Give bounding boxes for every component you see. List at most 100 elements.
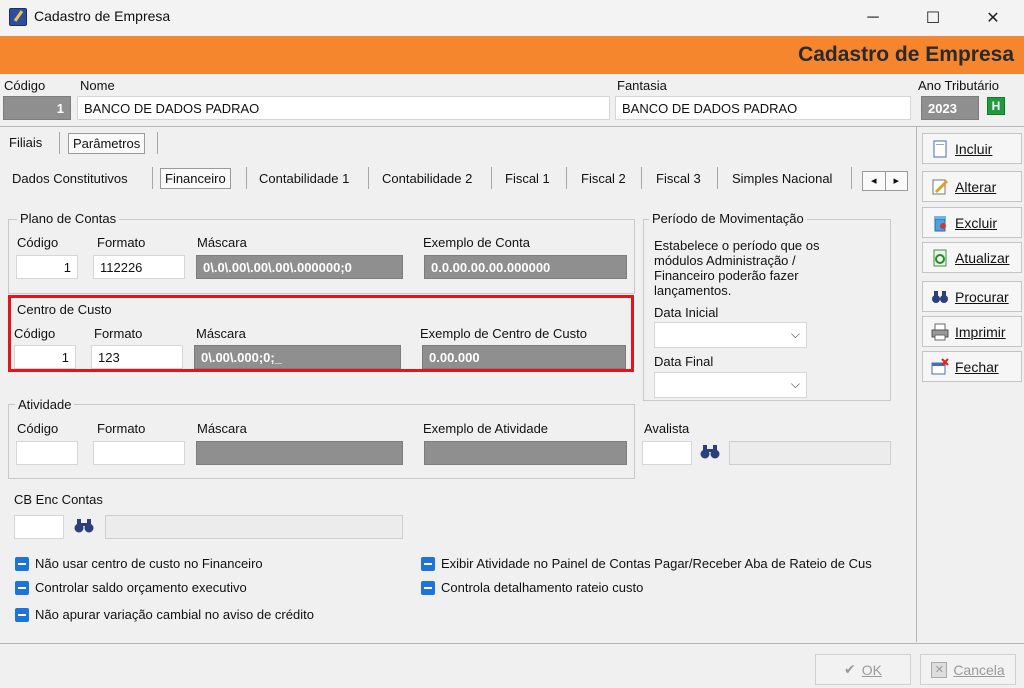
atividade-codigo-field[interactable] [16, 441, 78, 465]
tab-contabilidade-2[interactable]: Contabilidade 2 [378, 169, 476, 188]
ok-button[interactable]: ✔ OK [815, 654, 911, 685]
cancel-icon: ✕ [931, 661, 948, 678]
imprimir-button[interactable]: Imprimir [922, 316, 1022, 347]
refresh-icon [931, 249, 949, 267]
centro-mascara-field[interactable]: 0\.00\.000;0;_ [194, 345, 401, 369]
centro-codigo-label: Código [14, 326, 56, 341]
plano-de-contas-title: Plano de Contas [17, 211, 120, 226]
plano-exemplo-field: 0.0.00.00.00.000000 [424, 255, 627, 279]
cb-enc-contas-name-field [105, 515, 403, 539]
title-bar: Cadastro de Empresa ─ ☐ ✕ [0, 0, 1024, 35]
banner: Cadastro de Empresa [0, 36, 1024, 74]
tab-financeiro[interactable]: Financeiro [160, 168, 231, 189]
alterar-button[interactable]: Alterar [922, 171, 1022, 202]
codigo-field[interactable]: 1 [3, 96, 71, 120]
cb-enc-contas-label: CB Enc Contas [14, 492, 103, 507]
ano-tributario-field[interactable]: 2023 [921, 96, 979, 120]
plano-formato-field[interactable]: 112226 [93, 255, 185, 279]
tab-scroller: ◂ ▸ [862, 171, 908, 191]
close-button[interactable]: ✕ [970, 0, 1016, 35]
scroll-left-icon[interactable]: ◂ [863, 172, 886, 190]
checkbox-indeterminate-icon [15, 580, 29, 595]
trash-icon [931, 214, 949, 232]
incluir-button[interactable]: Incluir [922, 133, 1022, 164]
atividade-formato-field[interactable] [93, 441, 185, 465]
data-inicial-label: Data Inicial [654, 305, 719, 320]
tab-fiscal-2[interactable]: Fiscal 2 [577, 169, 630, 188]
ano-tributario-label: Ano Tributário [918, 78, 999, 93]
help-icon[interactable]: H [987, 97, 1005, 115]
nome-field[interactable]: BANCO DE DADOS PADRAO [77, 96, 610, 120]
plano-codigo-label: Código [17, 235, 59, 250]
maximize-button[interactable]: ☐ [910, 0, 956, 35]
checkbox-controlar-saldo[interactable]: Controlar saldo orçamento executivo [15, 580, 247, 595]
procurar-button[interactable]: Procurar [922, 281, 1022, 312]
tab-simples-nacional[interactable]: Simples Nacional [728, 169, 836, 188]
periodo-description: Estabelece o período que os módulos Admi… [654, 238, 820, 298]
centro-exemplo-label: Exemplo de Centro de Custo [420, 326, 587, 341]
check-icon: ✔ [844, 661, 856, 677]
data-final-label: Data Final [654, 354, 714, 369]
centro-formato-field[interactable]: 123 [91, 345, 183, 369]
periodo-title: Período de Movimentação [649, 211, 807, 226]
tab-contabilidade-1[interactable]: Contabilidade 1 [255, 169, 353, 188]
avalista-code-field[interactable] [642, 441, 692, 465]
checkbox-nao-usar-centro[interactable]: Não usar centro de custo no Financeiro [15, 556, 263, 571]
binoculars-search-icon[interactable] [74, 518, 94, 537]
printer-icon [931, 323, 949, 341]
fantasia-label: Fantasia [617, 78, 667, 93]
tab-fiscal-3[interactable]: Fiscal 3 [652, 169, 705, 188]
centro-exemplo-field: 0.00.000 [422, 345, 626, 369]
nome-label: Nome [80, 78, 115, 93]
avalista-name-field [729, 441, 891, 465]
centro-codigo-field[interactable]: 1 [14, 345, 76, 369]
centro-mascara-label: Máscara [196, 326, 246, 341]
plano-codigo-field[interactable]: 1 [16, 255, 78, 279]
atualizar-button[interactable]: Atualizar [922, 242, 1022, 273]
tab-parametros[interactable]: Parâmetros [68, 133, 146, 154]
checkbox-indeterminate-icon [421, 556, 435, 571]
excluir-button[interactable]: Excluir [922, 207, 1022, 238]
plano-formato-label: Formato [97, 235, 146, 250]
checkbox-indeterminate-icon [15, 607, 29, 622]
new-document-icon [931, 140, 949, 158]
tab-fiscal-1[interactable]: Fiscal 1 [501, 169, 554, 188]
centro-de-custo-title: Centro de Custo [17, 302, 112, 317]
centro-formato-label: Formato [94, 326, 143, 341]
binoculars-icon [931, 288, 949, 306]
atividade-mascara-label: Máscara [197, 421, 247, 436]
checkbox-nao-apurar-variacao[interactable]: Não apurar variação cambial no aviso de … [15, 607, 314, 622]
plano-mascara-label: Máscara [197, 235, 247, 250]
atividade-formato-label: Formato [97, 421, 146, 436]
banner-title: Cadastro de Empresa [798, 43, 1014, 66]
edit-icon [931, 178, 949, 196]
chevron-down-icon: ⌵ [790, 327, 800, 341]
checkbox-exibir-atividade[interactable]: Exibir Atividade no Painel de Contas Pag… [421, 556, 872, 571]
window-title: Cadastro de Empresa [34, 8, 171, 24]
checkbox-indeterminate-icon [421, 580, 435, 595]
close-window-icon [931, 357, 949, 376]
checkbox-controla-detalhamento[interactable]: Controla detalhamento rateio custo [421, 580, 643, 595]
codigo-label: Código [4, 78, 46, 93]
atividade-title: Atividade [15, 397, 75, 412]
minimize-button[interactable]: ─ [850, 0, 896, 35]
atividade-exemplo-label: Exemplo de Atividade [423, 421, 549, 436]
plano-mascara-field[interactable]: 0\.0\.00\.00\.00\.000000;0 [196, 255, 403, 279]
atividade-mascara-field[interactable] [196, 441, 403, 465]
binoculars-search-icon[interactable] [700, 444, 720, 463]
fantasia-field[interactable]: BANCO DE DADOS PADRAO [615, 96, 911, 120]
atividade-codigo-label: Código [17, 421, 59, 436]
app-icon [9, 8, 27, 26]
checkbox-indeterminate-icon [15, 556, 29, 571]
tab-filiais[interactable]: Filiais [5, 133, 46, 152]
avalista-label: Avalista [644, 421, 690, 436]
data-final-dropdown[interactable]: ⌵ [654, 372, 807, 398]
cancela-button[interactable]: ✕ Cancela [920, 654, 1016, 685]
plano-exemplo-label: Exemplo de Conta [423, 235, 530, 250]
scroll-right-icon[interactable]: ▸ [886, 172, 908, 190]
chevron-down-icon: ⌵ [790, 377, 800, 391]
tab-dados-constitutivos[interactable]: Dados Constitutivos [8, 169, 132, 188]
fechar-button[interactable]: Fechar [922, 351, 1022, 382]
cb-enc-contas-code-field[interactable] [14, 515, 64, 539]
data-inicial-dropdown[interactable]: ⌵ [654, 322, 807, 348]
